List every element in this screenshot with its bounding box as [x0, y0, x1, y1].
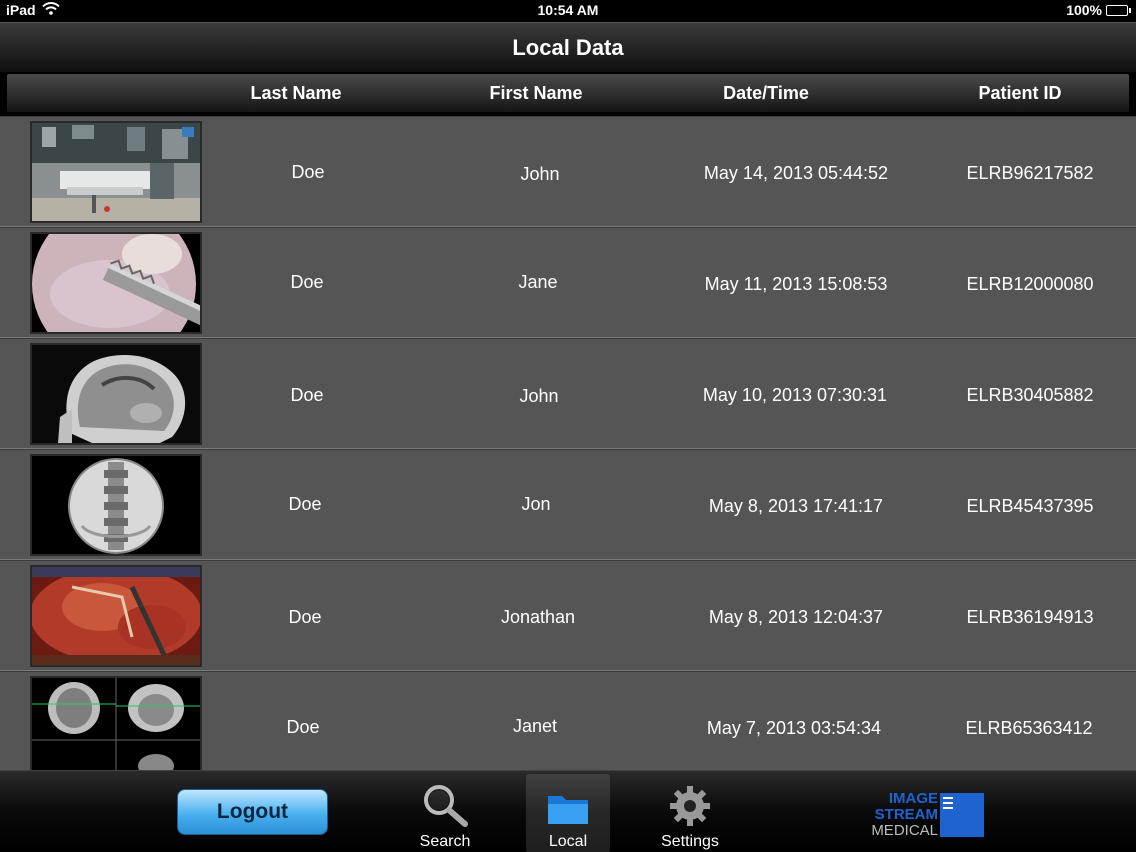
- cell-patient-id: ELRB65363412: [965, 718, 1093, 738]
- image-stream-medical-logo: IMAGE STREAM MEDICAL: [868, 791, 984, 839]
- cell-first-name: Jane: [518, 272, 558, 292]
- tab-search[interactable]: Search: [403, 774, 487, 852]
- tab-local[interactable]: Local: [526, 774, 610, 852]
- cell-last-name: Doe: [290, 272, 324, 292]
- table-row[interactable]: Doe Jonathan May 8, 2013 12:04:37 ELRB36…: [0, 560, 1136, 671]
- cell-last-name: Doe: [290, 385, 324, 405]
- thumbnail-brain-mri-grid: [30, 676, 202, 770]
- cell-date-time: May 14, 2013 05:44:52: [703, 163, 889, 183]
- column-patient-id[interactable]: Patient ID: [978, 83, 1061, 104]
- tab-settings-label: Settings: [661, 833, 719, 850]
- logo-line-3: MEDICAL: [871, 822, 938, 839]
- table-row[interactable]: Doe Jane May 11, 2013 15:08:53 ELRB12000…: [0, 227, 1136, 338]
- tab-local-label: Local: [548, 833, 588, 850]
- cell-first-name: Jonathan: [500, 607, 576, 627]
- thumbnail-surgical-field: [30, 565, 202, 667]
- navigation-bar: Local Data: [0, 22, 1136, 72]
- cell-date-time: May 7, 2013 03:54:34: [706, 718, 882, 738]
- cell-last-name: Doe: [291, 162, 325, 182]
- battery-percent: 100%: [1066, 2, 1102, 18]
- thumbnail-operating-room: [30, 121, 202, 223]
- tab-bar: Logout Search Local Settings IMAGE STREA…: [0, 770, 1136, 852]
- cell-date-time: May 8, 2013 12:04:37: [708, 607, 884, 627]
- cell-last-name: Doe: [286, 717, 320, 737]
- tab-settings[interactable]: Settings: [648, 774, 732, 852]
- cell-last-name: Doe: [288, 494, 322, 514]
- column-header: Last Name First Name Date/Time Patient I…: [0, 72, 1136, 116]
- table-row[interactable]: Doe Janet May 7, 2013 03:54:34 ELRB65363…: [0, 671, 1136, 770]
- table-row[interactable]: Doe John May 10, 2013 07:30:31 ELRB30405…: [0, 338, 1136, 449]
- logo-line-1: IMAGE: [888, 790, 938, 807]
- column-last-name[interactable]: Last Name: [250, 83, 341, 104]
- tab-search-label: Search: [419, 833, 471, 850]
- thumbnail-arthroscopy: [30, 232, 202, 334]
- cell-date-time: May 8, 2013 17:41:17: [708, 496, 884, 516]
- logout-button[interactable]: Logout: [177, 789, 328, 835]
- cell-date-time: May 10, 2013 07:30:31: [702, 385, 888, 405]
- cell-first-name: Janet: [512, 716, 558, 736]
- column-first-name[interactable]: First Name: [489, 83, 582, 104]
- thumbnail-mri-sagittal-head: [30, 343, 202, 445]
- table-row[interactable]: Doe Jon May 8, 2013 17:41:17 ELRB4543739…: [0, 449, 1136, 560]
- column-date-time[interactable]: Date/Time: [723, 83, 809, 104]
- cell-last-name: Doe: [288, 607, 322, 627]
- status-bar: iPad 10:54 AM 100%: [0, 0, 1136, 22]
- table-row[interactable]: Doe John May 14, 2013 05:44:52 ELRB96217…: [0, 116, 1136, 227]
- cell-patient-id: ELRB30405882: [966, 385, 1094, 405]
- cell-date-time: May 11, 2013 15:08:53: [704, 274, 888, 294]
- cell-patient-id: ELRB36194913: [966, 607, 1094, 627]
- page-title: Local Data: [512, 35, 624, 60]
- cell-first-name: John: [519, 386, 559, 406]
- cell-patient-id: ELRB96217582: [966, 163, 1094, 183]
- logo-line-2: STREAM: [874, 806, 938, 823]
- cell-first-name: Jon: [521, 494, 551, 514]
- patient-table: Doe John May 14, 2013 05:44:52 ELRB96217…: [0, 116, 1136, 770]
- cell-patient-id: ELRB12000080: [966, 274, 1094, 294]
- cell-first-name: John: [520, 164, 560, 184]
- battery-icon: [1106, 4, 1131, 16]
- cell-patient-id: ELRB45437395: [966, 496, 1094, 516]
- thumbnail-fluoroscopy-spine: [30, 454, 202, 556]
- clock: 10:54 AM: [537, 2, 599, 18]
- logo-mark-icon: [940, 793, 984, 837]
